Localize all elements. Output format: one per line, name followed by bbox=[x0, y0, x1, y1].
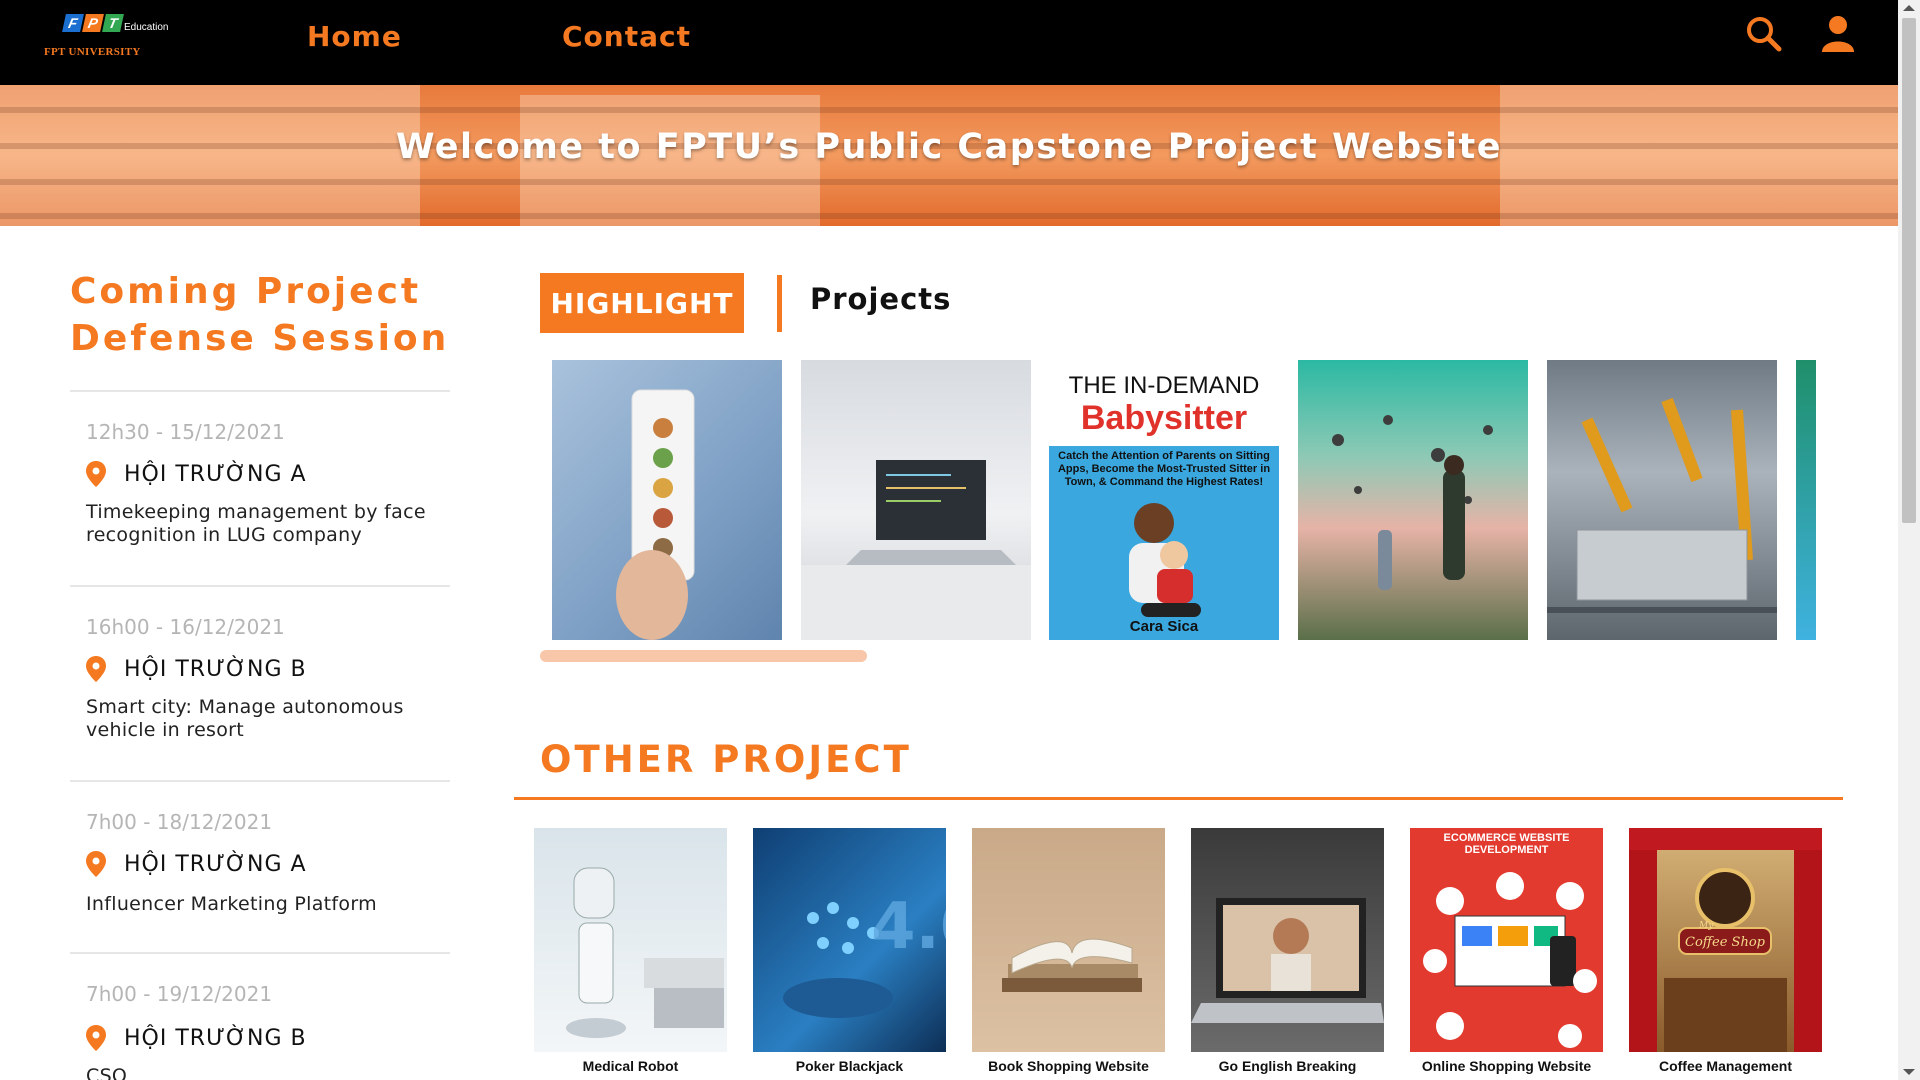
food-app-phone-image bbox=[616, 389, 695, 640]
scrollbar-thumb[interactable] bbox=[1902, 18, 1916, 523]
session-item[interactable]: 12h30 - 15/12/2021 HỘI TRƯỜNG A Timekeep… bbox=[70, 390, 450, 585]
project-card[interactable]: ECOMMERCE WEBSITE DEVELOPMENT Online Sho… bbox=[1410, 828, 1603, 1074]
project-name: Poker Blackjack bbox=[795, 1058, 904, 1074]
location-pin-icon bbox=[86, 461, 106, 487]
location-pin-icon bbox=[86, 656, 106, 682]
banner-balcony-row bbox=[0, 107, 1898, 113]
session-time: 7h00 - 19/12/2021 bbox=[86, 982, 273, 1006]
fpt-university-logo[interactable]: F P T Education FPT UNIVERSITY bbox=[44, 14, 168, 66]
nav-home-link[interactable]: Home bbox=[307, 20, 402, 53]
project-name: Go English Breaking bbox=[1218, 1058, 1357, 1074]
scroll-down-arrow-icon[interactable] bbox=[1903, 1069, 1915, 1075]
location-pin-icon bbox=[86, 1025, 106, 1051]
session-time: 12h30 - 15/12/2021 bbox=[86, 420, 285, 444]
logo-education-text: Education bbox=[124, 22, 169, 33]
session-location: HỘI TRƯỜNG B bbox=[86, 656, 450, 682]
session-topic: CSO bbox=[86, 1065, 128, 1080]
search-icon[interactable] bbox=[1744, 14, 1784, 54]
highlight-card[interactable] bbox=[1547, 360, 1777, 640]
session-location: HỘI TRƯỜNG A bbox=[86, 851, 450, 877]
hero-banner: Welcome to FPTU’s Public Capstone Projec… bbox=[0, 85, 1898, 226]
session-location-label: HỘI TRƯỜNG B bbox=[124, 656, 307, 682]
session-topic: Influencer Marketing Platform bbox=[86, 893, 377, 915]
logo-letter-t: T bbox=[102, 14, 124, 32]
book-cover-header: THE IN-DEMAND Babysitter bbox=[1049, 360, 1279, 446]
ecommerce-image: ECOMMERCE WEBSITE DEVELOPMENT bbox=[1410, 828, 1603, 1052]
logo-letter-p: P bbox=[82, 14, 104, 32]
session-topic: Timekeeping management by face recogniti… bbox=[86, 501, 426, 546]
project-card[interactable]: Medical Robot bbox=[534, 828, 727, 1074]
project-name: Medical Robot bbox=[582, 1058, 679, 1074]
session-time: 16h00 - 16/12/2021 bbox=[86, 615, 285, 639]
logo-university-name: FPT UNIVERSITY bbox=[44, 46, 141, 58]
project-card[interactable]: Go English Breaking bbox=[1191, 828, 1384, 1074]
video-call-laptop-image bbox=[1191, 828, 1384, 1052]
session-item[interactable]: 7h00 - 19/12/2021 HỘI TRƯỜNG B CSO bbox=[70, 952, 450, 1080]
session-location: HỘI TRƯỜNG B bbox=[86, 1025, 450, 1051]
defense-session-list: 12h30 - 15/12/2021 HỘI TRƯỜNG A Timekeep… bbox=[70, 390, 450, 1080]
project-card[interactable]: 4.0 Poker Blackjack bbox=[753, 828, 946, 1074]
coffee-shop-sign-small: My bbox=[1698, 921, 1714, 931]
industry-text: 4.0 bbox=[871, 890, 946, 964]
session-location: HỘI TRƯỜNG A bbox=[86, 461, 450, 487]
user-icon[interactable] bbox=[1818, 14, 1858, 54]
ecommerce-banner-text: ECOMMERCE WEBSITE DEVELOPMENT bbox=[1443, 832, 1570, 856]
highlight-card-book[interactable]: THE IN-DEMAND Babysitter Catch the Atten… bbox=[1049, 360, 1279, 640]
highlight-card-partial[interactable] bbox=[1796, 360, 1816, 640]
balloons-landscape-image bbox=[1332, 415, 1493, 590]
other-projects-divider bbox=[514, 797, 1843, 800]
banner-balcony-row bbox=[0, 213, 1898, 219]
highlight-projects-label: Projects bbox=[810, 282, 952, 316]
top-navbar: F P T Education FPT UNIVERSITY Home Cont… bbox=[0, 0, 1898, 85]
highlight-card[interactable] bbox=[552, 360, 782, 640]
highlight-tab[interactable]: HIGHLIGHT bbox=[540, 273, 744, 333]
carousel-scrollbar[interactable] bbox=[540, 650, 867, 662]
industry-4-image: 4.0 bbox=[753, 828, 946, 1052]
book-author: Cara Sica bbox=[1129, 618, 1199, 635]
logo-letter-f: F bbox=[62, 14, 84, 32]
scroll-up-arrow-icon[interactable] bbox=[1903, 5, 1915, 11]
open-book-image bbox=[972, 828, 1165, 1052]
session-location-label: HỘI TRƯỜNG A bbox=[124, 461, 307, 487]
other-projects-title: OTHER PROJECT bbox=[540, 738, 912, 781]
book-title-line2: Babysitter bbox=[1080, 399, 1248, 437]
highlight-card[interactable] bbox=[1298, 360, 1528, 640]
factory-robots-image bbox=[1547, 397, 1777, 613]
page: F P T Education FPT UNIVERSITY Home Cont… bbox=[0, 0, 1898, 1080]
banner-balcony-row bbox=[0, 179, 1898, 185]
page-scrollbar[interactable] bbox=[1898, 0, 1920, 1080]
sidebar-title: Coming Project Defense Session bbox=[70, 271, 450, 359]
laptop-desk-image bbox=[801, 460, 1031, 640]
project-card[interactable]: Coffee Shop My Coffee Management bbox=[1629, 828, 1822, 1074]
session-topic: Smart city: Manage autonomous vehicle in… bbox=[86, 696, 404, 741]
session-item[interactable]: 7h00 - 18/12/2021 HỘI TRƯỜNG A Influence… bbox=[70, 780, 450, 952]
nav-contact-link[interactable]: Contact bbox=[562, 20, 691, 53]
book-title-line1: THE IN-DEMAND bbox=[1068, 372, 1260, 399]
banner-title: Welcome to FPTU’s Public Capstone Projec… bbox=[395, 127, 1503, 167]
project-name: Book Shopping Website bbox=[988, 1058, 1149, 1074]
coffee-shop-sign: Coffee Shop bbox=[1685, 935, 1766, 950]
highlight-divider bbox=[777, 275, 782, 332]
session-time: 7h00 - 18/12/2021 bbox=[86, 810, 273, 834]
medical-robot-image bbox=[534, 828, 727, 1052]
session-item[interactable]: 16h00 - 16/12/2021 HỘI TRƯỜNG B Smart ci… bbox=[70, 585, 450, 780]
highlight-card[interactable] bbox=[801, 360, 1031, 640]
babysitter-photo bbox=[1129, 503, 1201, 617]
project-name: Coffee Management bbox=[1658, 1058, 1793, 1074]
book-subtitle: Catch the Attention of Parents on Sittin… bbox=[1057, 450, 1271, 488]
highlight-carousel: THE IN-DEMAND Babysitter Catch the Atten… bbox=[540, 360, 1816, 642]
coffee-shop-image: Coffee Shop My bbox=[1629, 828, 1822, 1052]
session-location-label: HỘI TRƯỜNG A bbox=[124, 851, 307, 877]
session-location-label: HỘI TRƯỜNG B bbox=[124, 1025, 307, 1051]
project-card[interactable]: Book Shopping Website bbox=[972, 828, 1165, 1074]
project-name: Online Shopping Website bbox=[1421, 1058, 1592, 1074]
location-pin-icon bbox=[86, 851, 106, 877]
